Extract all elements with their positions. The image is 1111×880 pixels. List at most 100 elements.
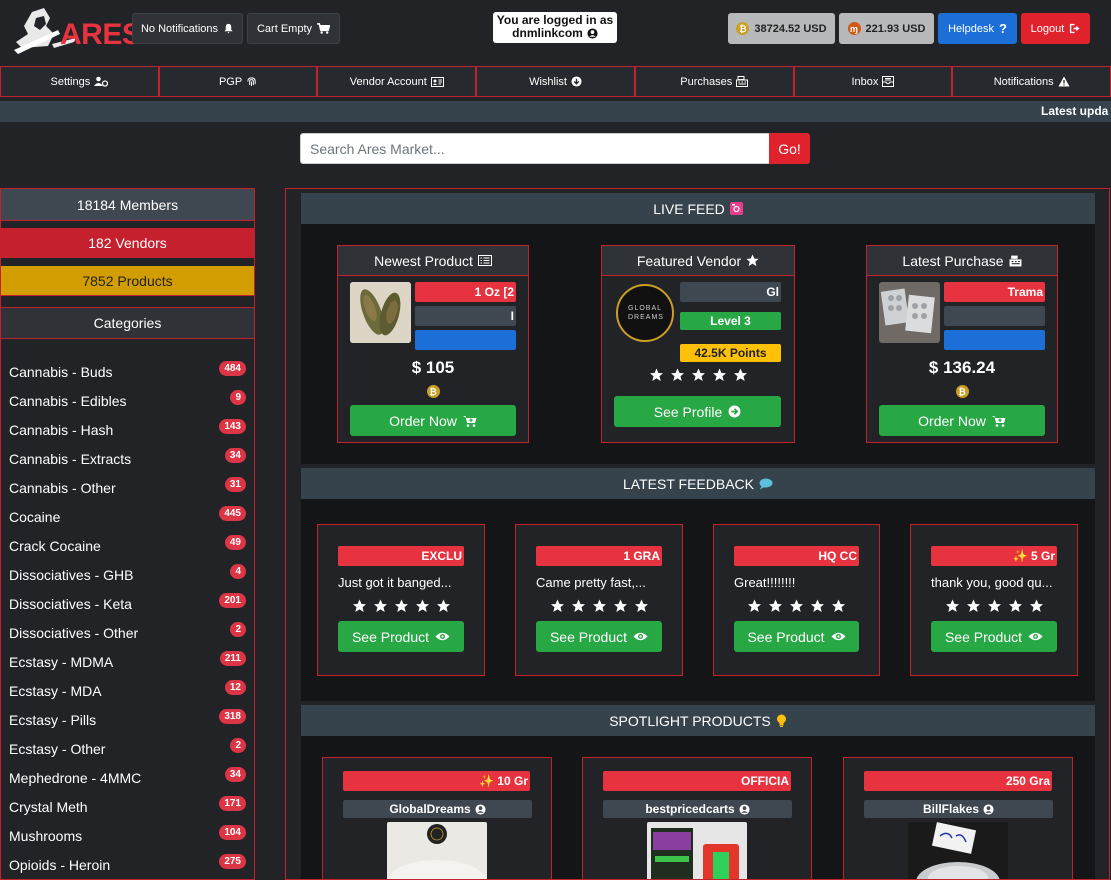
category-count-badge: 4 [230,564,246,579]
newest-product-coin-row: ₿ [338,385,528,398]
nav-purchases[interactable]: Purchases [634,66,794,97]
spotlight-vendor[interactable]: bestpricedcarts [603,800,792,818]
nav-pgp[interactable]: PGP [158,66,318,97]
feedback-product-name[interactable]: HQ CC [734,546,859,566]
category-item[interactable]: Dissociatives - Keta 201 [1,589,254,618]
category-item[interactable]: Cannabis - Buds 484 [1,357,254,386]
category-count-badge: 49 [224,535,246,550]
newest-product-card: Newest Product 1 Oz [2 I $ 105 ₿ Order N… [337,245,529,443]
category-item[interactable]: Cocaine 445 [1,502,254,531]
see-product-button[interactable]: See Product [931,621,1057,652]
nav-notifications-label: Notifications [993,75,1054,88]
search-go-button[interactable]: Go! [769,133,810,164]
newest-product-vendor[interactable]: I [415,306,516,326]
category-item[interactable]: Cannabis - Hash 143 [1,415,254,444]
category-list: Cannabis - Buds 484 Cannabis - Edibles 9 C… [1,339,254,879]
xmr-balance[interactable]: ɱ 221.93 USD [839,13,934,44]
bitcoin-icon: ₿ [426,385,440,398]
category-item[interactable]: Dissociatives - GHB 4 [1,560,254,589]
see-profile-button[interactable]: See Profile [614,396,781,427]
category-count-badge: 12 [224,680,246,695]
category-item[interactable]: Dissociatives - Other 2 [1,618,254,647]
category-item[interactable]: Mushrooms 104 [1,821,254,850]
btc-balance[interactable]: ₿ 38724.52 USD [728,13,835,44]
newest-product-image[interactable] [350,282,411,343]
btc-balance-value: 38724.52 USD [754,22,827,35]
feedback-text: thank you, good qu... [931,575,1053,590]
vendors-count[interactable]: 182 Vendors [1,228,254,258]
category-name: Ecstasy - Pills [9,711,97,728]
logout-button[interactable]: Logout [1021,13,1090,44]
latest-purchase-order-button[interactable]: Order Now [879,405,1045,436]
category-item[interactable]: Cannabis - Other 31 [1,473,254,502]
newest-product-name[interactable]: 1 Oz [2 [415,282,516,302]
category-item[interactable]: Ecstasy - Other 2 [1,734,254,763]
spotlight-vendor[interactable]: BillFlakes [864,800,1053,818]
category-count-badge: 104 [219,825,246,840]
see-product-label: See Product [747,628,825,645]
featured-vendor-header: Featured Vendor [602,246,794,276]
category-item[interactable]: Ecstasy - MDMA 211 [1,647,254,676]
rating-star-icon [436,599,451,616]
newest-product-header: Newest Product [338,246,528,276]
spotlight-product-name[interactable]: 250 Gra [864,771,1052,791]
feedback-product-name[interactable]: EXCLU [338,546,464,566]
user-circle-icon [983,803,994,815]
latest-purchase-name[interactable]: Trama [944,282,1045,302]
rating-star-icon [712,368,727,385]
category-count-badge: 318 [219,709,246,724]
see-product-button[interactable]: See Product [338,621,464,652]
category-name: Crack Cocaine [9,537,101,554]
category-item[interactable]: Cannabis - Edibles 9 [1,386,254,415]
cash-register-icon [736,76,749,87]
category-item[interactable]: Crack Cocaine 49 [1,531,254,560]
notifications-button[interactable]: No Notifications [132,13,243,44]
helpdesk-button[interactable]: Helpdesk ? [938,13,1017,44]
see-product-label: See Product [351,628,430,645]
feedback-product-name[interactable]: 1 GRA [536,546,662,566]
nav-wishlist[interactable]: Wishlist [476,66,635,97]
spotlight-product-image[interactable] [387,822,487,879]
rating-star-icon [768,599,783,616]
rating-star-icon [394,599,409,616]
user-circle-icon [587,28,598,39]
newest-product-order-button[interactable]: Order Now [350,405,516,436]
category-item[interactable]: Crystal Meth 171 [1,792,254,821]
nav-pgp-label: PGP [218,75,243,88]
cart-button[interactable]: Cart Empty [247,13,340,44]
nav-vendor-account[interactable]: Vendor Account [317,66,477,97]
latest-purchase-vendor[interactable] [944,306,1045,326]
featured-vendor-logo[interactable]: GLOBAL DREAMS [616,284,674,342]
spotlight-card: ✨ 10 Gr GlobalDreams [322,757,552,879]
category-item[interactable]: Ecstasy - MDA 12 [1,676,254,705]
star-icon [746,254,759,267]
nav-inbox[interactable]: Inbox [793,66,953,97]
category-item[interactable]: Cannabis - Extracts 34 [1,444,254,473]
category-item[interactable]: Ecstasy - Pills 318 [1,705,254,734]
latest-purchase-image[interactable] [879,282,940,343]
search-input[interactable] [300,133,770,164]
spotlight-header: SPOTLIGHT PRODUCTS [301,705,1095,736]
category-name: Dissociatives - Other [9,624,139,641]
category-count-badge: 171 [219,796,246,811]
spotlight-product-image[interactable] [647,822,747,879]
featured-vendor-name[interactable]: Gl [680,282,781,302]
category-item[interactable]: Mephedrone - 4MMC 34 [1,763,254,792]
rating-star-icon [733,368,748,385]
rating-star-icon [415,599,430,616]
spotlight-vendor[interactable]: GlobalDreams [343,800,532,818]
spotlight-product-image[interactable] [908,822,1008,879]
category-name: Ecstasy - MDA [9,682,102,699]
arrow-circle-right-icon [728,405,741,418]
products-count[interactable]: 7852 Products [1,266,254,296]
rating-star-icon [571,599,586,616]
nav-notifications[interactable]: Notifications [952,66,1111,97]
nav-settings[interactable]: Settings [0,66,159,97]
see-product-button[interactable]: See Product [734,621,859,652]
feedback-product-name[interactable]: ✨ 5 Gr [931,546,1057,566]
see-product-button[interactable]: See Product [536,621,662,652]
category-item[interactable]: Opioids - Heroin 275 [1,850,254,879]
ares-logo[interactable]: ARES [14,4,142,54]
spotlight-product-name[interactable]: ✨ 10 Gr [343,771,530,791]
spotlight-product-name[interactable]: OFFICIA [603,771,791,791]
